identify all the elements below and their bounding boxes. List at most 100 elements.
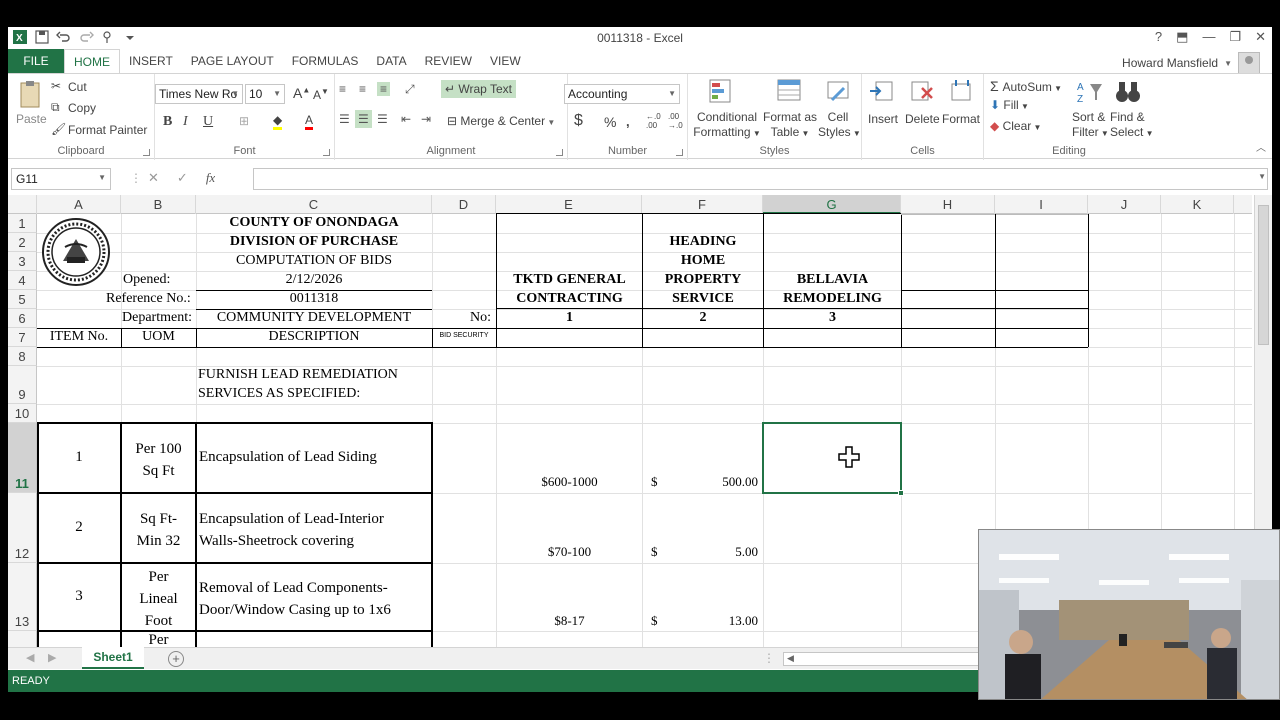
department-label[interactable]: Department: (122, 310, 192, 326)
clear-button[interactable]: ◆ Clear ▼ (990, 119, 1041, 133)
name-box[interactable]: G11 ▼ (11, 168, 111, 190)
align-center-icon[interactable]: ☰ (355, 110, 372, 128)
tab-home[interactable]: HOME (64, 49, 120, 73)
bid-security-header[interactable]: BID SECURITY (432, 332, 496, 339)
tab-view[interactable]: VIEW (481, 49, 530, 73)
row-header-2[interactable]: 2 (8, 233, 37, 252)
county-heading[interactable]: COUNTY OF ONONDAGA (196, 215, 432, 231)
enter-icon[interactable]: ✓ (177, 170, 188, 186)
item-2-vendor-1-price[interactable]: $70-100 (497, 544, 642, 560)
horizontal-scrollbar[interactable]: ◀ (783, 652, 983, 666)
paste-icon[interactable] (18, 80, 44, 110)
item-1-vendor-1-price[interactable]: $600-1000 (497, 474, 642, 490)
paste-button[interactable]: Paste (16, 112, 47, 126)
font-size-select[interactable]: 10 ▼ (245, 84, 285, 104)
format-painter-button[interactable]: Format Painter (68, 123, 147, 137)
decrease-decimal-icon[interactable]: .00 →.0 (668, 112, 683, 130)
italic-button[interactable]: I (183, 114, 188, 130)
select-all-corner[interactable] (8, 195, 37, 214)
decrease-indent-icon[interactable]: ⇤ (401, 112, 411, 126)
item-3-uom[interactable]: Per Lineal Foot (121, 566, 196, 632)
column-header-e[interactable]: E (496, 195, 642, 214)
vendor-1-name-line-1[interactable]: TKTD GENERAL (497, 272, 642, 288)
sort-filter-button[interactable]: Sort & Filter ▼ (1072, 110, 1109, 141)
copy-button[interactable]: Copy (68, 101, 96, 115)
bold-button[interactable]: B (163, 114, 172, 130)
division-heading[interactable]: DIVISION OF PURCHASE (196, 234, 432, 250)
font-name-select[interactable]: Times New Ro ▼ (155, 84, 243, 104)
vendor-2-name-line-4[interactable]: SERVICE (643, 291, 763, 307)
find-select-button[interactable]: Find & Select ▼ (1110, 110, 1154, 141)
item-2-uom[interactable]: Sq Ft- Min 32 (121, 508, 196, 552)
scroll-left-icon[interactable]: ◀ (787, 653, 794, 664)
merge-center-button[interactable]: ⊟ Merge & Center ▼ (447, 114, 555, 128)
restore-icon[interactable]: ❐ (1229, 29, 1241, 45)
delete-button[interactable]: Delete (905, 112, 940, 126)
tab-file[interactable]: FILE (8, 49, 64, 73)
close-icon[interactable]: ✕ (1255, 29, 1266, 45)
vendor-2-name-line-1[interactable]: HEADING (643, 234, 763, 250)
user-account[interactable]: Howard Mansfield ▼ (1122, 52, 1260, 74)
prev-sheet-icon[interactable]: ◀ (26, 651, 34, 664)
uom-header[interactable]: UOM (121, 329, 196, 345)
column-header-j[interactable]: J (1088, 195, 1161, 214)
department-value[interactable]: COMMUNITY DEVELOPMENT (196, 310, 432, 326)
vendor-3-name-line-2[interactable]: REMODELING (764, 291, 901, 307)
reference-value[interactable]: 0011318 (196, 291, 432, 307)
opened-value[interactable]: 2/12/2026 (196, 272, 432, 288)
wrap-text-button[interactable]: ↵ Wrap Text (441, 80, 516, 98)
column-header-b[interactable]: B (121, 195, 196, 214)
item-2-description[interactable]: Encapsulation of Lead-Interior Walls-Shee… (199, 508, 384, 552)
column-header-d[interactable]: D (432, 195, 496, 214)
increase-indent-icon[interactable]: ⇥ (421, 112, 431, 126)
reference-label[interactable]: Reference No.: (106, 291, 191, 307)
no-label[interactable]: No: (470, 310, 491, 326)
avatar[interactable] (1238, 52, 1260, 74)
vendor-2-name-line-3[interactable]: PROPERTY (643, 272, 763, 288)
expand-formula-icon[interactable]: ▼ (1258, 172, 1266, 181)
dialog-launcher-icon[interactable] (676, 149, 683, 156)
row-header-12[interactable]: 12 (8, 493, 37, 563)
column-header-g[interactable]: G (763, 195, 901, 214)
column-header-k[interactable]: K (1161, 195, 1234, 214)
row-header-14[interactable] (8, 631, 37, 647)
cancel-icon[interactable]: ✕ (148, 170, 159, 186)
item-1-vendor-2-price[interactable]: 500.00 (643, 474, 758, 490)
section-heading-line-1[interactable]: FURNISH LEAD REMEDIATION (198, 367, 398, 383)
description-header[interactable]: DESCRIPTION (196, 329, 432, 345)
row-header-4[interactable]: 4 (8, 271, 37, 290)
increase-font-icon[interactable]: A▲ (293, 85, 310, 101)
align-middle-icon[interactable]: ≡ (359, 82, 366, 96)
vendor-3-number[interactable]: 3 (764, 310, 901, 326)
vendor-1-number[interactable]: 1 (497, 310, 642, 326)
row-header-5[interactable]: 5 (8, 290, 37, 309)
column-header-i[interactable]: I (995, 195, 1088, 214)
tab-review[interactable]: REVIEW (416, 49, 481, 73)
align-left-icon[interactable]: ☰ (339, 112, 350, 126)
item-3-vendor-1-price[interactable]: $8-17 (497, 613, 642, 629)
row-header-11[interactable]: 11 (8, 423, 37, 493)
fill-handle[interactable] (898, 490, 904, 496)
item-3-vendor-2-price[interactable]: 13.00 (643, 613, 758, 629)
vendor-1-name-line-2[interactable]: CONTRACTING (497, 291, 642, 307)
next-sheet-icon[interactable]: ▶ (48, 651, 56, 664)
format-as-table-button[interactable]: Format as Table ▼ (762, 110, 818, 141)
cut-button[interactable]: Cut (68, 80, 87, 94)
dialog-launcher-icon[interactable] (143, 149, 150, 156)
tab-page-layout[interactable]: PAGE LAYOUT (182, 49, 283, 73)
row-header-10[interactable]: 10 (8, 404, 37, 423)
conditional-formatting-button[interactable]: Conditional Formatting ▼ (692, 110, 762, 141)
help-icon[interactable]: ? (1155, 29, 1162, 45)
row-header-8[interactable]: 8 (8, 347, 37, 366)
tab-insert[interactable]: INSERT (120, 49, 182, 73)
decrease-font-icon[interactable]: A▼ (313, 87, 329, 102)
item-2-vendor-2-price[interactable]: 5.00 (643, 544, 758, 560)
vendor-2-number[interactable]: 2 (643, 310, 763, 326)
insert-button[interactable]: Insert (868, 112, 898, 126)
column-header-h[interactable]: H (901, 195, 995, 214)
item-1-description[interactable]: Encapsulation of Lead Siding (199, 449, 377, 466)
font-color-icon[interactable]: A (305, 113, 314, 130)
item-2-number[interactable]: 2 (37, 519, 121, 536)
item-1-number[interactable]: 1 (37, 449, 121, 466)
split-handle-icon[interactable]: ⋮ (763, 651, 775, 665)
